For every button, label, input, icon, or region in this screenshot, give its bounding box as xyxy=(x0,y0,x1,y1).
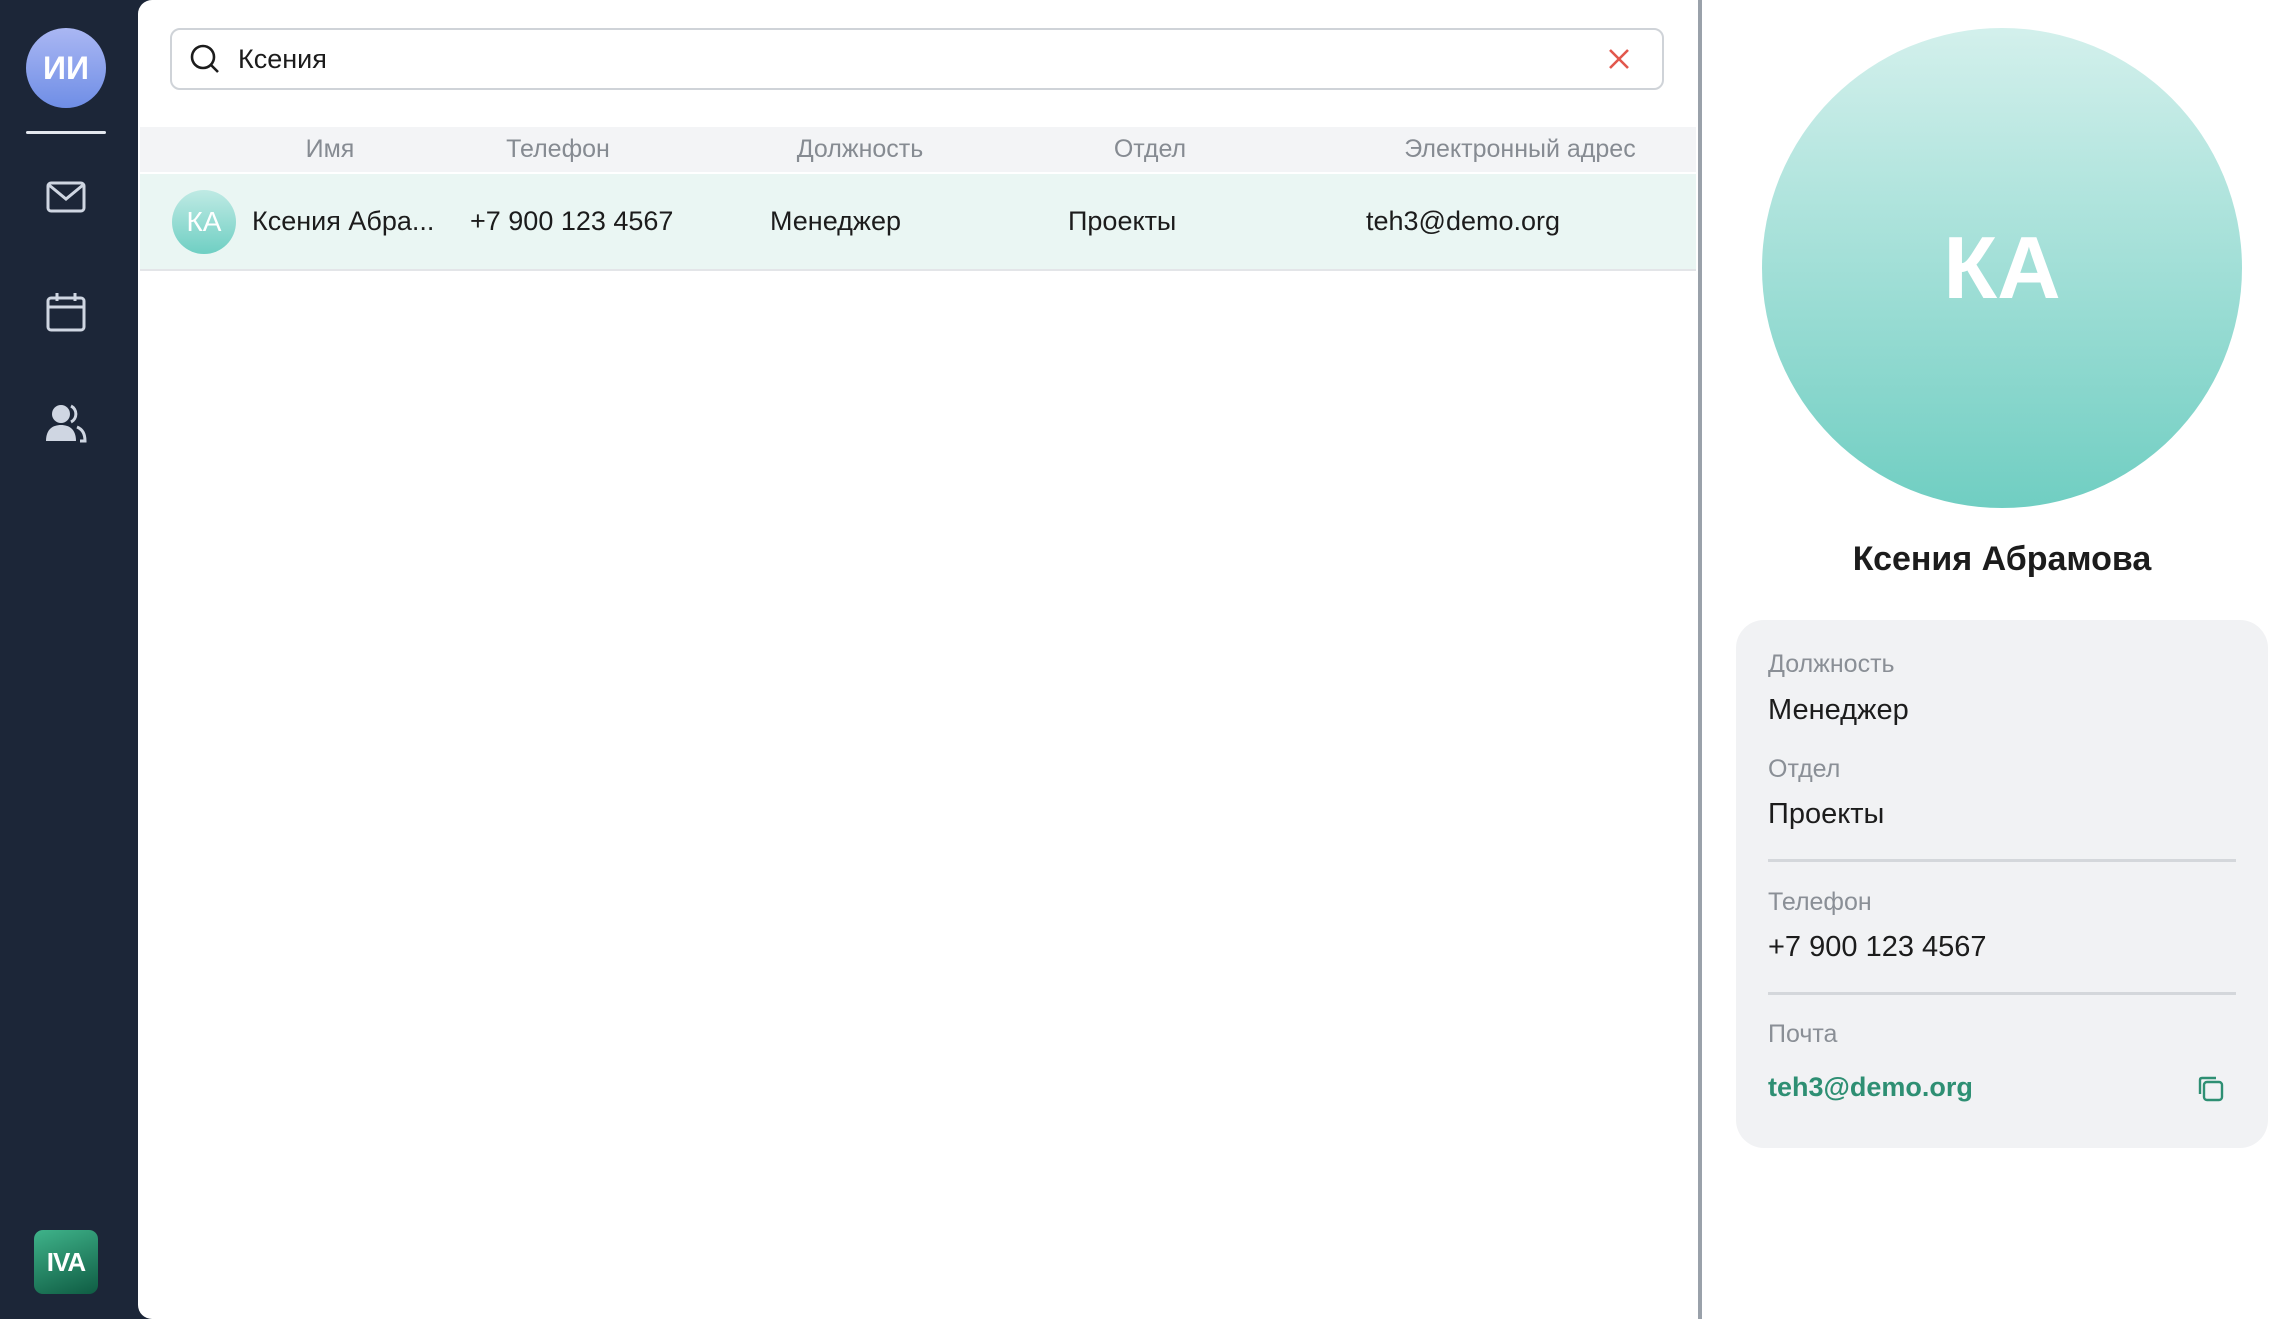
column-header-department[interactable]: Отдел xyxy=(1060,135,1240,164)
phone-value: +7 900 123 4567 xyxy=(1768,931,1987,963)
profile-info-card: Должность Менеджер Отдел Проекты Телефон… xyxy=(1736,620,2268,1148)
contact-position: Менеджер xyxy=(770,206,901,236)
position-label: Должность xyxy=(1768,650,1895,678)
email-label: Почта xyxy=(1768,1020,1838,1048)
sidebar: ИИ IVA xyxy=(0,0,138,1319)
close-icon[interactable] xyxy=(1602,42,1636,76)
calendar-icon[interactable] xyxy=(41,287,91,337)
search-icon xyxy=(190,44,219,73)
search-input[interactable]: Ксения xyxy=(238,44,1602,75)
table-header: Имя Телефон Должность Отдел Электронный … xyxy=(140,127,1696,172)
contact-department: Проекты xyxy=(1068,206,1177,236)
contacts-list-panel: Ксения Имя Телефон Должность Отдел Элект… xyxy=(138,0,1698,1319)
sidebar-divider xyxy=(26,131,106,134)
profile-avatar: КА xyxy=(1762,28,2242,508)
contact-details-panel: КА Ксения Абрамова Должность Менеджер От… xyxy=(1702,0,2294,1319)
contact-email: teh3@demo.org xyxy=(1366,206,1561,236)
column-header-position[interactable]: Должность xyxy=(750,135,970,164)
profile-name: Ксения Абрамова xyxy=(1852,540,2152,578)
department-value: Проекты xyxy=(1768,798,1885,830)
contacts-icon[interactable] xyxy=(41,398,91,448)
department-label: Отдел xyxy=(1768,755,1841,783)
column-header-name[interactable]: Имя xyxy=(260,135,400,164)
phone-label: Телефон xyxy=(1768,888,1872,916)
table-row[interactable]: КА Ксения Абра... +7 900 123 4567 Менедж… xyxy=(140,174,1696,271)
contact-avatar: КА xyxy=(172,190,236,254)
divider xyxy=(1768,992,2236,995)
search-field[interactable]: Ксения xyxy=(170,28,1664,90)
copy-icon[interactable] xyxy=(2194,1072,2228,1106)
column-header-email[interactable]: Электронный адрес xyxy=(1370,135,1670,164)
user-avatar[interactable]: ИИ xyxy=(26,28,106,108)
divider xyxy=(1768,859,2236,862)
mail-icon[interactable] xyxy=(41,172,91,222)
contact-phone: +7 900 123 4567 xyxy=(470,206,674,236)
position-value: Менеджер xyxy=(1768,694,1909,726)
email-link[interactable]: teh3@demo.org xyxy=(1768,1072,1973,1103)
column-header-phone[interactable]: Телефон xyxy=(458,135,658,164)
contact-name: Ксения Абра... xyxy=(252,206,435,236)
app-logo[interactable]: IVA xyxy=(34,1230,98,1294)
